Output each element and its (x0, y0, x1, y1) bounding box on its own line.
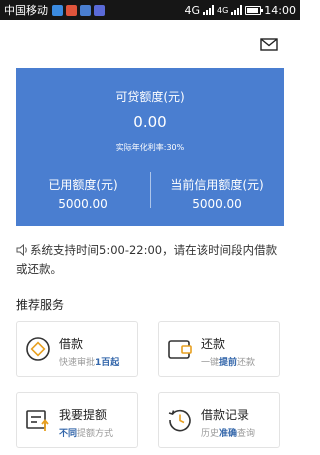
status-bar: 中国移动 4G 4G 14:00 (0, 0, 300, 20)
raise-limit-title: 我要提额 (59, 408, 108, 422)
network-type: 4G (184, 3, 200, 17)
loan-records-tile[interactable]: 借款记录 历史准确查询 (158, 392, 280, 448)
app-header (0, 20, 300, 66)
loan-icon (26, 337, 50, 361)
used-credit-label: 已用额度(元) (48, 178, 118, 192)
raise-limit-icon (26, 410, 49, 431)
service-hours-notice: 系统支持时间5:00-22:00，请在该时间段内借款或还款。 (16, 241, 288, 279)
notification-app-icon (66, 4, 77, 16)
battery-icon (245, 5, 264, 15)
current-credit-label: 当前信用额度(元) (170, 178, 264, 192)
mail-icon[interactable] (260, 38, 278, 51)
notification-app-icon (94, 4, 105, 16)
wallet-icon (168, 340, 192, 359)
available-credit-label: 可贷额度(元) (115, 90, 185, 104)
annual-rate: 实际年化利率:30% (115, 143, 185, 152)
current-credit: 当前信用额度(元) 5000.00 (150, 176, 284, 211)
signal-icon (203, 5, 214, 15)
clock: 14:00 (264, 3, 296, 17)
raise-limit-tile[interactable]: 我要提额 不同提额方式 (16, 392, 138, 448)
notice-text: 系统支持时间5:00-22:00，请在该时间段内借款或还款。 (16, 243, 278, 276)
raise-limit-subtitle: 不同提额方式 (59, 429, 114, 439)
current-credit-amount: 5000.00 (192, 197, 242, 211)
loan-title: 借款 (59, 337, 84, 351)
notification-app-icon (52, 4, 63, 16)
credit-summary-card: 可贷额度(元) 0.00 实际年化利率:30% 已用额度(元) 5000.00 … (16, 68, 284, 226)
network-type-secondary: 4G (217, 5, 229, 15)
repay-title: 还款 (201, 337, 226, 351)
repay-subtitle: 一键提前还款 (201, 358, 256, 368)
signal-icon (231, 5, 243, 15)
section-title: 推荐服务 (16, 298, 65, 312)
history-icon (168, 409, 191, 432)
carrier-name: 中国移动 (4, 4, 48, 17)
available-credit-amount: 0.00 (133, 113, 167, 131)
notification-app-icon (80, 4, 91, 16)
used-credit-amount: 5000.00 (58, 197, 108, 211)
loan-subtitle: 快速审批1百起 (59, 358, 120, 368)
loan-service-tile[interactable]: 借款 快速审批1百起 (16, 321, 138, 377)
speaker-icon (16, 244, 27, 256)
loan-records-title: 借款记录 (201, 408, 250, 422)
used-credit: 已用额度(元) 5000.00 (16, 176, 150, 211)
repay-service-tile[interactable]: 还款 一键提前还款 (158, 321, 280, 377)
loan-records-subtitle: 历史准确查询 (201, 429, 256, 439)
